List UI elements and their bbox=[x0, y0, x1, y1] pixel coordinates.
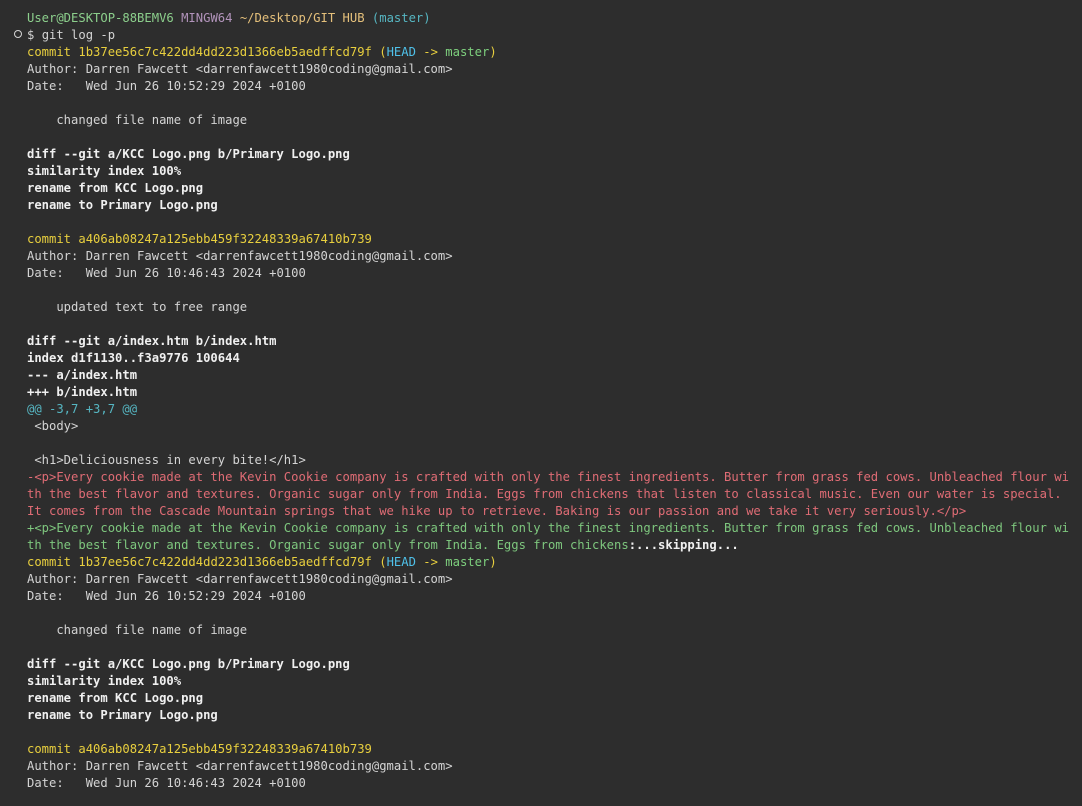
diff-context-line: <body> bbox=[27, 419, 79, 433]
diff-added-line: +<p>Every cookie made at the Kevin Cooki… bbox=[27, 521, 1069, 552]
commit-message: changed file name of image bbox=[27, 623, 248, 637]
prompt-branch: (master) bbox=[371, 11, 431, 25]
ref-arrow: -> bbox=[415, 555, 446, 569]
diff-context-line bbox=[27, 435, 1072, 452]
commit-label: commit bbox=[27, 232, 72, 246]
author-line: Author: Darren Fawcett <darrenfawcett198… bbox=[27, 759, 453, 773]
date-line: Date: Wed Jun 26 10:52:29 2024 +0100 bbox=[27, 589, 306, 603]
author-line: Author: Darren Fawcett <darrenfawcett198… bbox=[27, 62, 453, 76]
branch-ref: master bbox=[445, 555, 490, 569]
commit-line: commit 1b37ee56c7c422dd4dd223d1366eb5aed… bbox=[27, 44, 1072, 61]
commit-label: commit bbox=[27, 45, 72, 59]
terminal-window[interactable]: User@DESKTOP-88BEMV6 MINGW64 ~/Desktop/G… bbox=[0, 0, 1082, 806]
refs-open: ( bbox=[379, 45, 387, 59]
commit-hash: a406ab08247a125ebb459f32248339a67410b739 bbox=[78, 742, 372, 756]
commit-hash: a406ab08247a125ebb459f32248339a67410b739 bbox=[78, 232, 372, 246]
prompt-shell: MINGW64 bbox=[181, 11, 233, 25]
date-line: Date: Wed Jun 26 10:46:43 2024 +0100 bbox=[27, 776, 306, 790]
commit-label: commit bbox=[27, 555, 72, 569]
branch-ref: master bbox=[445, 45, 490, 59]
diff-hunk-header: @@ -3,7 +3,7 @@ bbox=[27, 402, 138, 416]
pager-skipping[interactable]: :...skipping... bbox=[629, 538, 739, 552]
circle-marker-icon bbox=[14, 30, 22, 38]
prompt-path: ~/Desktop/GIT HUB bbox=[239, 11, 365, 25]
ref-arrow: -> bbox=[415, 45, 446, 59]
diff-removed-line: -<p>Every cookie made at the Kevin Cooki… bbox=[27, 470, 1069, 518]
diff-meta: similarity index 100% bbox=[27, 674, 182, 688]
date-line: Date: Wed Jun 26 10:52:29 2024 +0100 bbox=[27, 79, 306, 93]
commit-line: commit a406ab08247a125ebb459f32248339a67… bbox=[27, 231, 1072, 248]
diff-header: diff --git a/KCC Logo.png b/Primary Logo… bbox=[27, 147, 350, 161]
diff-added-wrapper: +<p>Every cookie made at the Kevin Cooki… bbox=[27, 520, 1072, 554]
prompt-user-host: User@DESKTOP-88BEMV6 bbox=[27, 11, 174, 25]
author-line: Author: Darren Fawcett <darrenfawcett198… bbox=[27, 249, 453, 263]
diff-meta: +++ b/index.htm bbox=[27, 385, 138, 399]
diff-meta: index d1f1130..f3a9776 100644 bbox=[27, 351, 240, 365]
diff-header: diff --git a/index.htm b/index.htm bbox=[27, 334, 277, 348]
diff-meta: similarity index 100% bbox=[27, 164, 182, 178]
head-ref: HEAD bbox=[386, 555, 416, 569]
diff-meta: rename to Primary Logo.png bbox=[27, 198, 218, 212]
diff-meta: --- a/index.htm bbox=[27, 368, 138, 382]
date-line: Date: Wed Jun 26 10:46:43 2024 +0100 bbox=[27, 266, 306, 280]
author-line: Author: Darren Fawcett <darrenfawcett198… bbox=[27, 572, 453, 586]
prompt-line: User@DESKTOP-88BEMV6 MINGW64 ~/Desktop/G… bbox=[27, 10, 1072, 27]
refs-close: ) bbox=[489, 45, 497, 59]
commit-message: updated text to free range bbox=[27, 300, 248, 314]
diff-context-line: <h1>Deliciousness in every bite!</h1> bbox=[27, 453, 306, 467]
commit-label: commit bbox=[27, 742, 72, 756]
diff-meta: rename to Primary Logo.png bbox=[27, 708, 218, 722]
refs-close: ) bbox=[489, 555, 497, 569]
commit-hash: 1b37ee56c7c422dd4dd223d1366eb5aedffcd79f bbox=[78, 45, 372, 59]
commit-hash: 1b37ee56c7c422dd4dd223d1366eb5aedffcd79f bbox=[78, 555, 372, 569]
command-line[interactable]: $ git log -p bbox=[27, 27, 1072, 44]
command-text: git log -p bbox=[41, 28, 116, 42]
diff-meta: rename from KCC Logo.png bbox=[27, 691, 204, 705]
commit-line: commit 1b37ee56c7c422dd4dd223d1366eb5aed… bbox=[27, 554, 1072, 571]
commit-message: changed file name of image bbox=[27, 113, 248, 127]
commit-line: commit a406ab08247a125ebb459f32248339a67… bbox=[27, 741, 1072, 758]
refs-open: ( bbox=[379, 555, 387, 569]
head-ref: HEAD bbox=[386, 45, 416, 59]
diff-header: diff --git a/KCC Logo.png b/Primary Logo… bbox=[27, 657, 350, 671]
prompt-symbol: $ bbox=[27, 28, 35, 42]
diff-meta: rename from KCC Logo.png bbox=[27, 181, 204, 195]
